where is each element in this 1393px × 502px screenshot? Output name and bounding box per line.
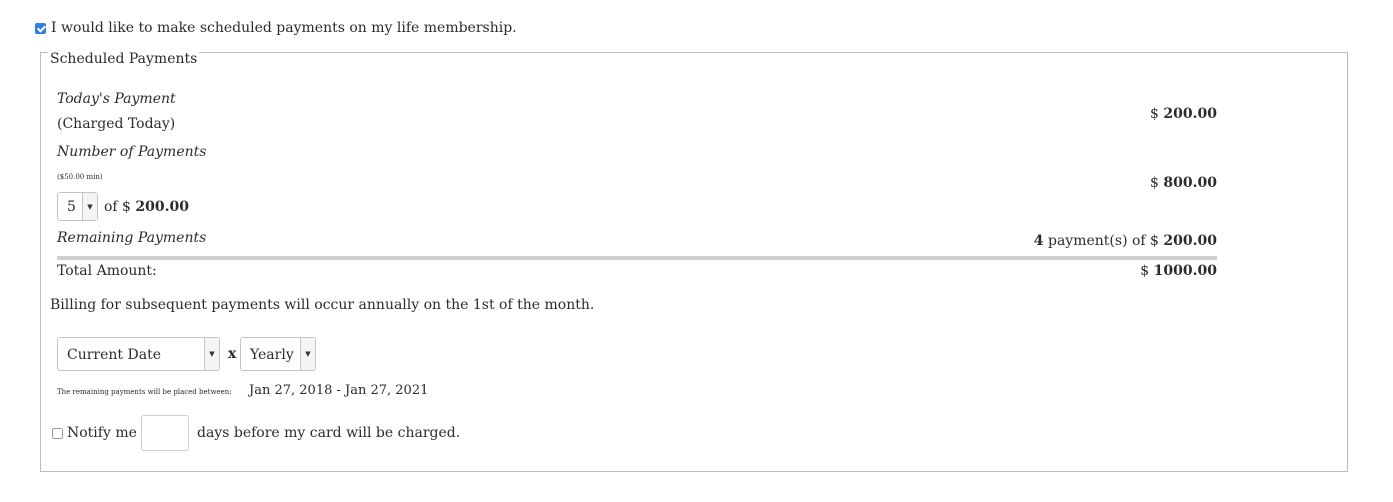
total-amount-value: $ 1000.00 [1140, 263, 1217, 279]
chevron-down-icon: ▼ [300, 338, 315, 370]
remaining-payments-summary: 4 payment(s) of $ 200.00 [1033, 233, 1217, 249]
totals-divider [57, 256, 1217, 260]
notify-days-input[interactable] [141, 415, 189, 451]
scheduled-payments-checkbox[interactable] [35, 23, 46, 34]
todays-payment-subtitle: (Charged Today) [57, 116, 176, 132]
number-of-payments-title: Number of Payments [57, 144, 207, 160]
scheduled-payments-label: I would like to make scheduled payments … [51, 20, 517, 36]
notify-label-before: Notify me [67, 425, 137, 441]
frequency-select[interactable]: Yearly ▼ [240, 337, 316, 371]
chevron-down-icon: ▼ [204, 338, 219, 370]
multiplier-label: x [228, 346, 237, 362]
notify-checkbox[interactable] [52, 428, 63, 439]
todays-payment-amount: $ 200.00 [1150, 106, 1217, 122]
payment-range-value: Jan 27, 2018 - Jan 27, 2021 [249, 383, 429, 398]
start-date-select[interactable]: Current Date ▼ [57, 337, 220, 371]
billing-note: Billing for subsequent payments will occ… [50, 297, 595, 313]
fieldset-legend: Scheduled Payments [48, 51, 200, 67]
payment-range-note: The remaining payments will be placed be… [57, 388, 232, 396]
scheduled-total-amount: $ 800.00 [1150, 175, 1217, 191]
total-amount-label: Total Amount: [57, 263, 157, 279]
minimum-payment-note: ($50.00 min) [57, 173, 103, 181]
chevron-down-icon: ▼ [82, 193, 97, 220]
per-payment-amount: of $ 200.00 [104, 199, 190, 215]
notify-label-after: days before my card will be charged. [197, 425, 461, 441]
remaining-payments-title: Remaining Payments [57, 230, 207, 246]
number-of-payments-select[interactable]: 5 ▼ [57, 192, 98, 221]
todays-payment-title: Today's Payment [57, 91, 176, 107]
